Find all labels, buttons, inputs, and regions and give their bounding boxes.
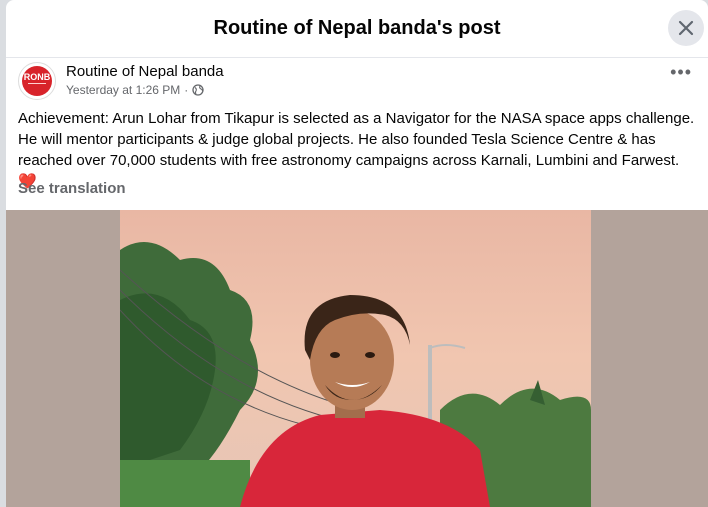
meta-separator: · (184, 83, 189, 97)
timestamp[interactable]: Yesterday at 1:26 PM (66, 83, 180, 97)
post-photo[interactable] (120, 210, 591, 507)
avatar[interactable]: RONB (18, 62, 56, 100)
globe-icon[interactable] (192, 84, 204, 96)
post-dialog: Routine of Nepal banda's post RONB Routi… (6, 0, 708, 507)
close-icon (678, 20, 694, 36)
post-header: RONB Routine of Nepal banda Yesterday at… (18, 62, 696, 102)
post-image-area[interactable] (6, 210, 708, 507)
photo-illustration (120, 210, 591, 507)
author-name[interactable]: Routine of Nepal banda (66, 63, 224, 80)
dialog-header: Routine of Nepal banda's post (6, 0, 708, 58)
more-options-icon[interactable]: ••• (670, 63, 692, 81)
see-translation-link[interactable]: See translation (18, 180, 126, 197)
close-button[interactable] (668, 10, 704, 46)
dialog-title: Routine of Nepal banda's post (213, 17, 501, 39)
post-body: Achievement: Arun Lohar from Tikapur is … (18, 110, 695, 169)
post-meta: Yesterday at 1:26 PM · (66, 83, 204, 97)
avatar-logo-text: RONB (23, 72, 51, 82)
